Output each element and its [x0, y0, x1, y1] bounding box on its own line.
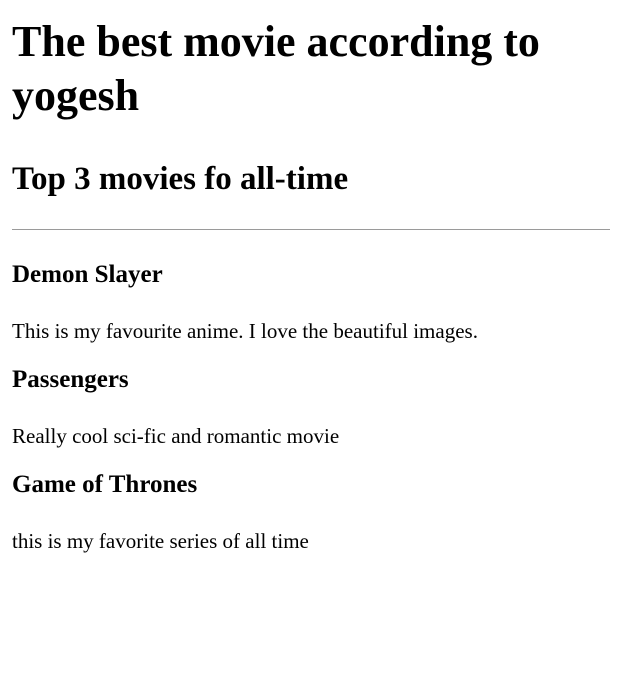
movie-item: Game of Thrones this is my favorite seri… [12, 470, 610, 554]
movie-description: this is my favorite series of all time [12, 529, 309, 553]
movie-item: Demon Slayer This is my favourite anime.… [12, 260, 610, 344]
page-subtitle: Top 3 movies fo all-time [12, 161, 349, 197]
movie-list: Demon Slayer This is my favourite anime.… [12, 260, 610, 554]
movie-item: Passengers Really cool sci-fic and roman… [12, 365, 610, 449]
movie-description: This is my favourite anime. I love the b… [12, 319, 478, 343]
page-title: The best movie according to yogesh [12, 17, 540, 120]
page-content: The best movie according to yogesh Top 3… [0, 15, 618, 554]
movie-description: Really cool sci-fic and romantic movie [12, 424, 340, 448]
divider [12, 229, 610, 230]
movie-title: Game of Thrones [12, 471, 198, 498]
movie-title: Demon Slayer [12, 261, 163, 288]
movie-title: Passengers [12, 366, 129, 393]
